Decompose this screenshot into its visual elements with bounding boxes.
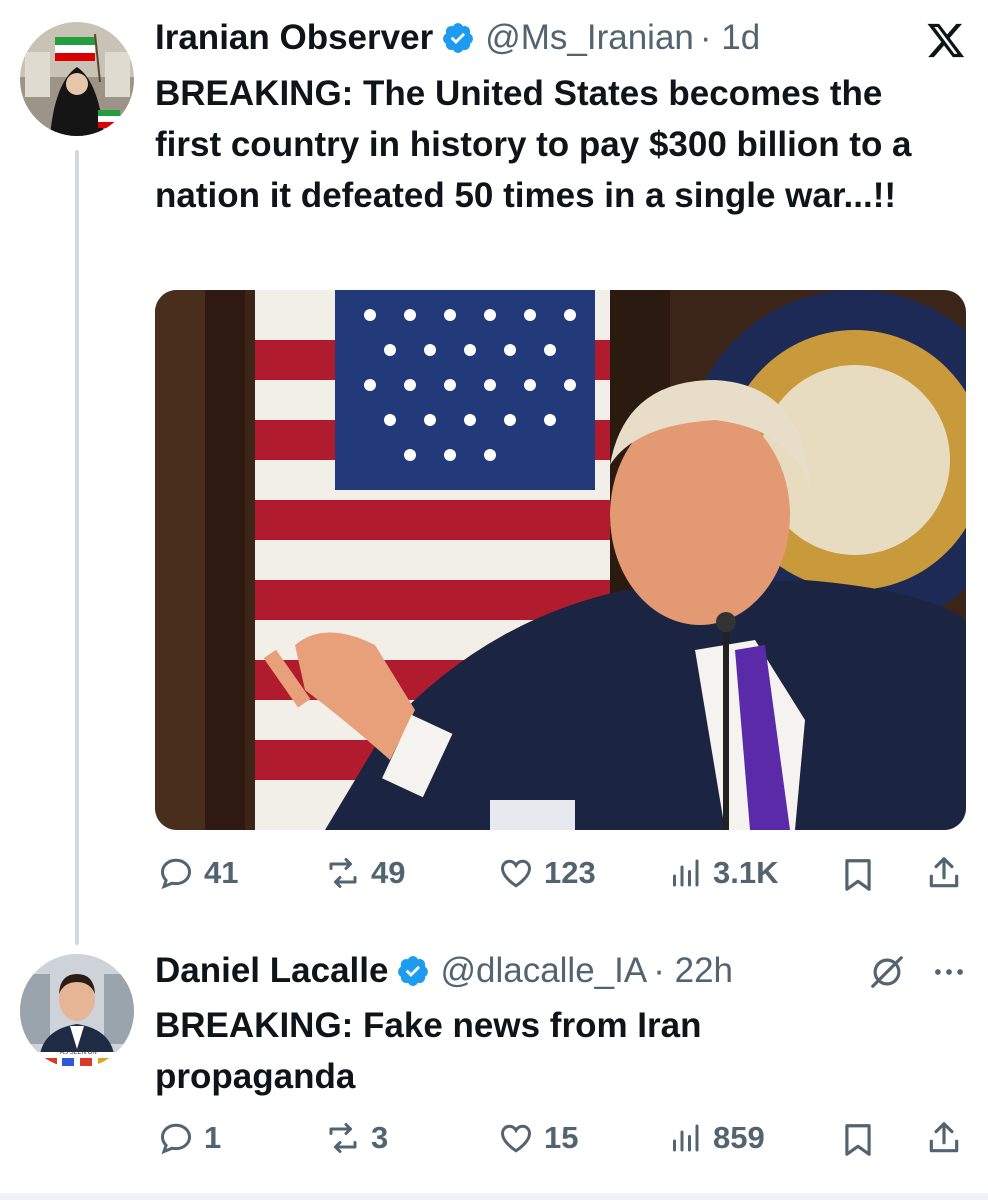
share-button[interactable] xyxy=(925,1119,963,1157)
reply-button[interactable]: 41 xyxy=(158,855,238,891)
verified-icon xyxy=(398,956,429,986)
reply-count: 41 xyxy=(204,855,239,890)
author-name[interactable]: Daniel Lacalle xyxy=(155,951,388,991)
author-handle[interactable]: @dlacalle_IA xyxy=(440,951,647,991)
views-button[interactable]: 3.1K xyxy=(667,855,778,891)
like-icon xyxy=(500,859,532,888)
like-icon xyxy=(500,1124,532,1153)
bottom-divider xyxy=(0,1193,988,1200)
author-name[interactable]: Iranian Observer xyxy=(155,18,433,58)
share-icon xyxy=(929,1122,959,1153)
tweet1-media-image[interactable] xyxy=(155,290,966,830)
thread-connector-line xyxy=(75,150,79,945)
avatar-daniel-lacalle[interactable]: AS SEEN ON xyxy=(20,954,134,1068)
repost-count: 49 xyxy=(371,855,406,890)
more-button[interactable] xyxy=(930,953,968,991)
tweet1-text: BREAKING: The United States becomes the … xyxy=(155,74,912,215)
verified-icon xyxy=(443,23,474,53)
reply-icon xyxy=(160,1123,192,1155)
views-count: 3.1K xyxy=(713,855,779,890)
timestamp[interactable]: · 22h xyxy=(653,951,733,991)
reply-count: 1 xyxy=(204,1120,222,1155)
bookmark-icon xyxy=(845,1124,871,1156)
grok-icon xyxy=(871,956,903,988)
bookmark-icon xyxy=(845,859,871,891)
views-icon xyxy=(673,1124,699,1152)
views-count: 859 xyxy=(713,1120,765,1155)
repost-button[interactable]: 49 xyxy=(325,855,405,891)
avatar-caption: AS SEEN ON xyxy=(60,1050,97,1056)
author-handle[interactable]: @Ms_Iranian xyxy=(485,18,694,58)
tweet2-header: Daniel Lacalle @dlacalle_IA · 22h xyxy=(155,951,733,991)
share-icon xyxy=(929,857,959,888)
views-icon xyxy=(673,859,699,887)
grok-button[interactable] xyxy=(868,953,906,991)
reply-icon xyxy=(160,858,192,890)
tweet1-header: Iranian Observer @Ms_Iranian · 1d xyxy=(155,18,760,58)
repost-icon xyxy=(329,858,357,888)
like-button[interactable]: 123 xyxy=(498,855,596,891)
like-count: 15 xyxy=(544,1120,579,1155)
like-count: 123 xyxy=(544,855,596,890)
bookmark-button[interactable] xyxy=(839,1121,877,1159)
repost-count: 3 xyxy=(371,1120,389,1155)
timestamp[interactable]: · 1d xyxy=(700,18,760,58)
like-button[interactable]: 15 xyxy=(498,1120,578,1156)
repost-icon xyxy=(329,1123,357,1153)
more-icon xyxy=(935,969,963,975)
tweet2-text: BREAKING: Fake news from Iran propaganda xyxy=(155,1006,702,1096)
repost-button[interactable]: 3 xyxy=(325,1120,388,1156)
share-button[interactable] xyxy=(925,854,963,892)
x-logo-icon[interactable] xyxy=(925,20,967,60)
bookmark-button[interactable] xyxy=(839,856,877,894)
reply-button[interactable]: 1 xyxy=(158,1120,221,1156)
avatar-iranian-observer[interactable] xyxy=(20,22,134,136)
views-button[interactable]: 859 xyxy=(667,1120,765,1156)
